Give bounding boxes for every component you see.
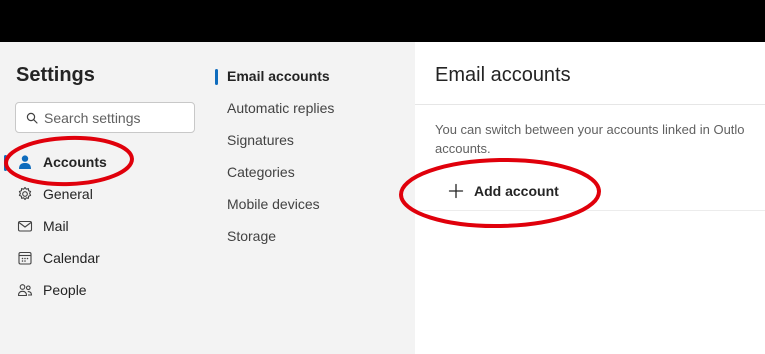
annotation-circle-accounts: [4, 135, 134, 187]
annotation-circle-add-account: [399, 157, 601, 229]
annotation-layer: [4, 135, 601, 229]
